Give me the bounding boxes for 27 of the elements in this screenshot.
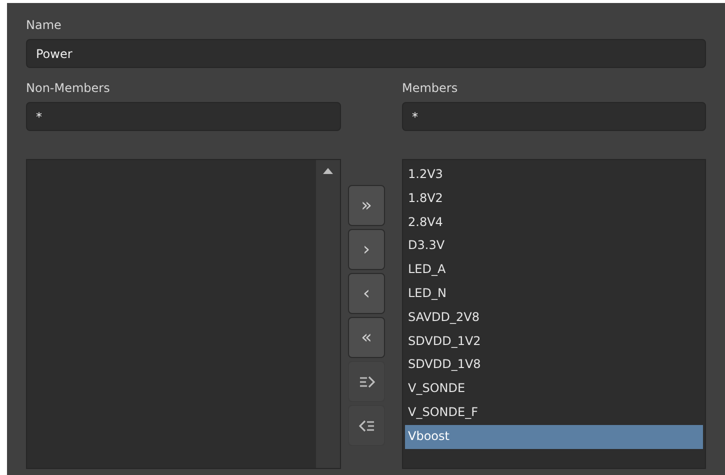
scrollbar[interactable] (316, 160, 340, 468)
list-item[interactable]: 1.8V2 (405, 186, 703, 211)
members-list[interactable]: 1.2V3 1.8V2 2.8V4 D3.3V LED_A LED_N SAVDD_2V8 SDVDD_1V2 SDVDD_1V8 V_SONDE V_SONDE_F Vboost (402, 159, 706, 469)
field-label: Members (402, 80, 458, 97)
transfer-button[interactable]: « (348, 317, 385, 358)
transfer-button[interactable]: ‹ (348, 273, 385, 314)
list-item[interactable]: 1.2V3 (405, 163, 703, 187)
filter-field[interactable]: * (26, 102, 341, 131)
lines-arrow-left-icon (358, 418, 374, 432)
list-item[interactable]: LED_N (405, 282, 703, 306)
name-field[interactable]: Power (26, 39, 706, 68)
list-item[interactable]: D3.3V (405, 234, 703, 258)
list-item[interactable]: SDVDD_1V8 (405, 353, 703, 378)
lines-arrow-right-icon (358, 374, 374, 388)
list-item[interactable]: SAVDD_2V8 (405, 306, 703, 330)
field-label: Name (26, 17, 62, 34)
filter-field[interactable]: * (402, 102, 706, 131)
list-item[interactable]: V_SONDE_F (405, 400, 703, 425)
list-item[interactable]: Vboost (405, 424, 703, 449)
field-label: Non-Members (26, 80, 110, 97)
transfer-button[interactable]: › (348, 229, 385, 270)
list-item[interactable]: LED_A (405, 258, 703, 282)
transfer-button[interactable]: » (348, 185, 385, 226)
list-item[interactable]: 2.8V4 (405, 210, 703, 234)
list-item[interactable]: V_SONDE (405, 377, 703, 401)
list-item[interactable]: SDVDD_1V2 (405, 330, 703, 354)
scroll-up-icon[interactable] (323, 168, 333, 174)
